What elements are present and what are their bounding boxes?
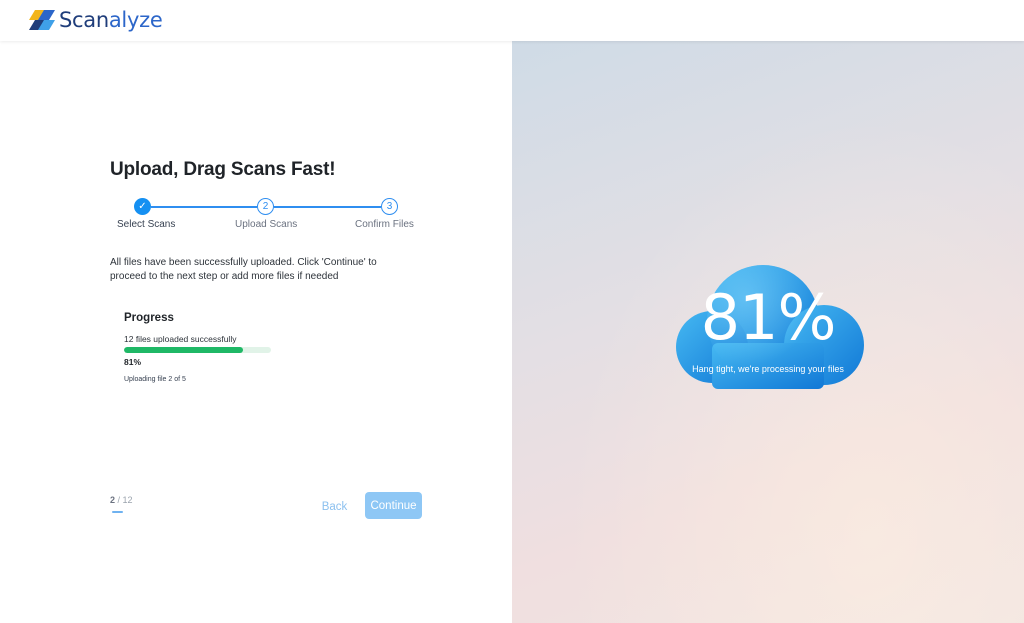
page-indicator: 2 / 12: [110, 495, 133, 505]
page-total: 12: [122, 495, 133, 505]
progress-status: 12 files uploaded successfully: [124, 334, 237, 344]
step-1-label: Select Scans: [117, 219, 176, 230]
scanalyze-logo[interactable]: Scanalyze: [27, 7, 163, 33]
step-2-label: Upload Scans: [235, 219, 298, 230]
back-button[interactable]: Back: [318, 494, 351, 520]
step-2-marker[interactable]: 2: [257, 198, 274, 215]
progress-file-status: Uploading file 2 of 5: [124, 376, 186, 383]
progress-title: Progress: [124, 312, 174, 324]
continue-button[interactable]: Continue: [365, 492, 422, 519]
scanalyze-logo-icon: [29, 10, 55, 30]
page-title: Upload, Drag Scans Fast!: [110, 159, 336, 180]
app-header: Scanalyze: [0, 0, 1024, 41]
upload-panel: Upload, Drag Scans Fast! ✓ 2 3 Select Sc…: [0, 41, 512, 623]
stepper-connector-2: [274, 206, 381, 208]
page-separator: /: [115, 495, 123, 505]
progress-percent: 81%: [124, 357, 142, 367]
step-1-check-icon[interactable]: ✓: [134, 198, 151, 215]
stepper-connector-1: [151, 206, 257, 208]
step-3-marker[interactable]: 3: [381, 198, 398, 215]
brand-name: Scanalyze: [59, 8, 163, 32]
processing-panel: 81% Hang tight, we're processing your fi…: [512, 41, 1024, 623]
cloud-message: Hang tight, we're processing your files: [692, 364, 844, 374]
upload-description: All files have been successfully uploade…: [110, 257, 377, 282]
step-3-label: Confirm Files: [355, 219, 414, 230]
progress-bar-fill: [124, 347, 244, 353]
progress-bar: [124, 347, 271, 353]
page-indicator-bar: [112, 511, 123, 513]
cloud-percent: 81%: [700, 281, 837, 354]
